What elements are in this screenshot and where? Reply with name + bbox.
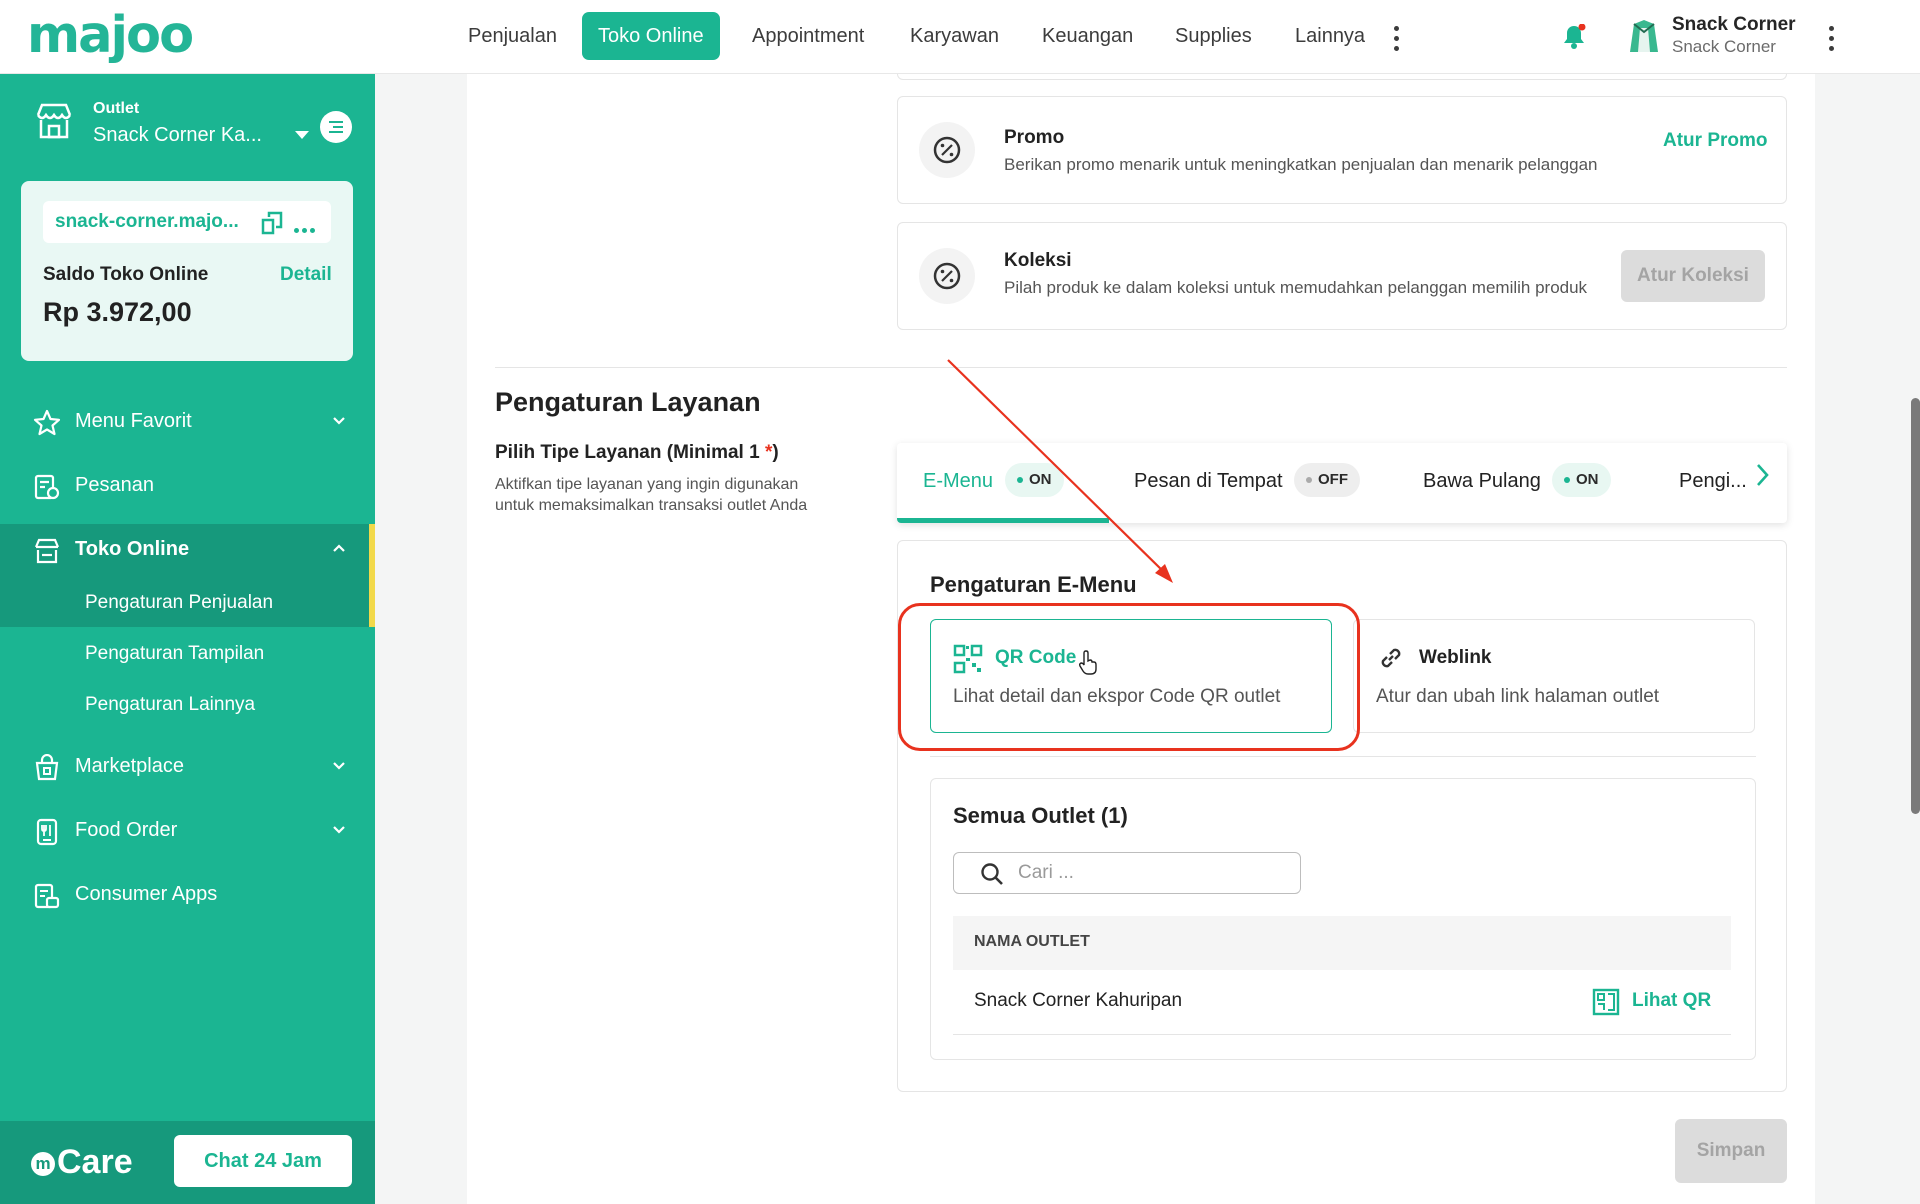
column-nama-outlet: NAMA OUTLET xyxy=(974,933,1090,950)
sidebar-item-pesanan[interactable]: Pesanan xyxy=(0,460,375,512)
table-header: NAMA OUTLET xyxy=(953,916,1731,970)
lihat-qr-link[interactable]: Lihat QR xyxy=(1632,990,1711,1012)
collapse-sidebar-button[interactable] xyxy=(320,111,352,143)
discount-icon xyxy=(933,136,961,164)
account-menu-icon[interactable] xyxy=(1829,26,1835,54)
sidebar-item-label: Marketplace xyxy=(75,755,184,777)
outlet-search-input[interactable]: Cari ... xyxy=(953,852,1301,894)
balance-detail-link[interactable]: Detail xyxy=(280,264,332,286)
sidebar-subitem-pengaturan-tampilan[interactable]: Pengaturan Tampilan xyxy=(85,643,264,665)
chevron-down-icon xyxy=(333,762,345,770)
service-type-label: Pilih Tipe Layanan (Minimal 1 *) xyxy=(495,442,779,463)
majoo-logo[interactable]: majoo xyxy=(27,6,194,65)
page-scrollbar[interactable] xyxy=(1911,398,1920,814)
tab-pengiriman[interactable]: Pengi... xyxy=(1679,470,1755,493)
nav-karyawan[interactable]: Karyawan xyxy=(910,12,999,60)
chevron-down-icon xyxy=(333,417,345,425)
nav-keuangan[interactable]: Keuangan xyxy=(1042,12,1133,60)
search-icon xyxy=(981,863,1003,885)
star-icon xyxy=(33,409,61,436)
weblink-desc: Atur dan ubah link halaman outlet xyxy=(1376,686,1660,707)
sidebar-item-label: Menu Favorit xyxy=(75,410,192,432)
outlet-avatar-icon[interactable] xyxy=(1626,16,1662,54)
link-icon xyxy=(1381,648,1401,668)
pesan-di-tempat-status-badge: OFF xyxy=(1294,463,1360,497)
nav-appointment[interactable]: Appointment xyxy=(752,12,864,60)
food-order-icon xyxy=(36,818,58,846)
atur-promo-link[interactable]: Atur Promo xyxy=(1663,130,1768,152)
sidebar-item-label: Pesanan xyxy=(75,474,154,496)
store-more-icon[interactable] xyxy=(294,220,318,238)
pengaturan-layanan-title: Pengaturan Layanan xyxy=(495,387,761,417)
chevron-up-icon xyxy=(333,544,345,552)
outlet-selector[interactable]: Snack Corner Ka... xyxy=(93,124,262,147)
chat-24-jam-button[interactable]: Chat 24 Jam xyxy=(174,1135,352,1187)
sidebar: Outlet Snack Corner Ka... snack-corner.m… xyxy=(0,74,375,1204)
balance-value: Rp 3.972,00 xyxy=(43,297,192,327)
emenu-divider xyxy=(930,756,1756,757)
sidebar-subitem-pengaturan-penjualan[interactable]: Pengaturan Penjualan xyxy=(85,592,273,614)
nav-penjualan[interactable]: Penjualan xyxy=(468,12,557,60)
nav-lainnya[interactable]: Lainnya xyxy=(1295,12,1365,60)
annotation-arrow xyxy=(947,359,1173,583)
copy-link-icon[interactable] xyxy=(261,211,283,235)
tab-bawa-pulang[interactable]: Bawa Pulang xyxy=(1423,470,1541,493)
outlet-dropdown-icon[interactable] xyxy=(295,131,309,139)
nav-more-icon[interactable] xyxy=(1394,26,1400,54)
top-bar: majoo Penjualan Toko Online Appointment … xyxy=(0,0,1920,74)
promo-desc: Berikan promo menarik untuk meningkatkan… xyxy=(1004,155,1598,174)
annotation-highlight-box xyxy=(898,603,1360,751)
store-url-box: snack-corner.majo... xyxy=(43,201,331,243)
sidebar-item-label: Food Order xyxy=(75,819,178,841)
qr-view-icon xyxy=(1592,988,1620,1016)
discount-icon xyxy=(933,262,961,290)
sidebar-item-food-order[interactable]: Food Order xyxy=(0,805,375,857)
promo-icon-wrap xyxy=(919,122,975,178)
outlet-name-cell: Snack Corner Kahuripan xyxy=(974,990,1183,1011)
atur-koleksi-button[interactable]: Atur Koleksi xyxy=(1621,250,1765,302)
promo-card xyxy=(897,96,1787,204)
user-name[interactable]: Snack Corner xyxy=(1672,14,1796,36)
sidebar-item-toko-online[interactable]: Toko Online xyxy=(0,524,375,576)
chevron-down-icon xyxy=(333,826,345,834)
outlet-label: Outlet xyxy=(93,100,140,117)
service-type-desc-2: untuk memaksimalkan transaksi outlet And… xyxy=(495,497,808,514)
order-icon xyxy=(34,474,60,500)
sidebar-item-marketplace[interactable]: Marketplace xyxy=(0,741,375,793)
simpan-button[interactable]: Simpan xyxy=(1675,1119,1787,1183)
service-type-desc-1: Aktifkan tipe layanan yang ingin digunak… xyxy=(495,476,799,493)
promo-title: Promo xyxy=(1004,127,1065,148)
store-icon xyxy=(36,103,72,139)
sidebar-item-label: Consumer Apps xyxy=(75,883,218,905)
outlet-list-title: Semua Outlet (1) xyxy=(953,803,1128,828)
koleksi-desc: Pilah produk ke dalam koleksi untuk memu… xyxy=(1004,278,1588,297)
store-url[interactable]: snack-corner.majo... xyxy=(55,211,239,233)
online-store-card: snack-corner.majo... Saldo Toko Online D… xyxy=(21,181,353,361)
koleksi-title: Koleksi xyxy=(1004,250,1072,271)
notification-bell-icon[interactable] xyxy=(1562,24,1586,50)
sidebar-item-label: Toko Online xyxy=(75,538,190,560)
majoo-care-logo: m Care xyxy=(31,1143,133,1182)
bawa-pulang-status-badge: ON xyxy=(1552,463,1611,497)
balance-label: Saldo Toko Online xyxy=(43,264,209,285)
koleksi-icon-wrap xyxy=(919,248,975,304)
weblink-option[interactable] xyxy=(1353,619,1755,733)
sidebar-item-consumer-apps[interactable]: Consumer Apps xyxy=(0,869,375,921)
storefront-icon xyxy=(34,538,60,564)
weblink-title: Weblink xyxy=(1419,647,1492,668)
nav-supplies[interactable]: Supplies xyxy=(1175,12,1252,60)
user-subtitle: Snack Corner xyxy=(1672,37,1776,56)
sidebar-item-menu-favorit[interactable]: Menu Favorit xyxy=(0,396,375,448)
care-footer: m Care Chat 24 Jam xyxy=(0,1121,375,1204)
chevron-right-icon[interactable] xyxy=(1753,461,1773,489)
row-divider xyxy=(953,1034,1731,1035)
consumer-apps-icon xyxy=(34,883,60,909)
marketplace-icon xyxy=(35,754,59,781)
sidebar-subitem-pengaturan-lainnya[interactable]: Pengaturan Lainnya xyxy=(85,694,255,716)
search-placeholder: Cari ... xyxy=(1018,862,1074,883)
nav-toko-online[interactable]: Toko Online xyxy=(582,12,720,60)
